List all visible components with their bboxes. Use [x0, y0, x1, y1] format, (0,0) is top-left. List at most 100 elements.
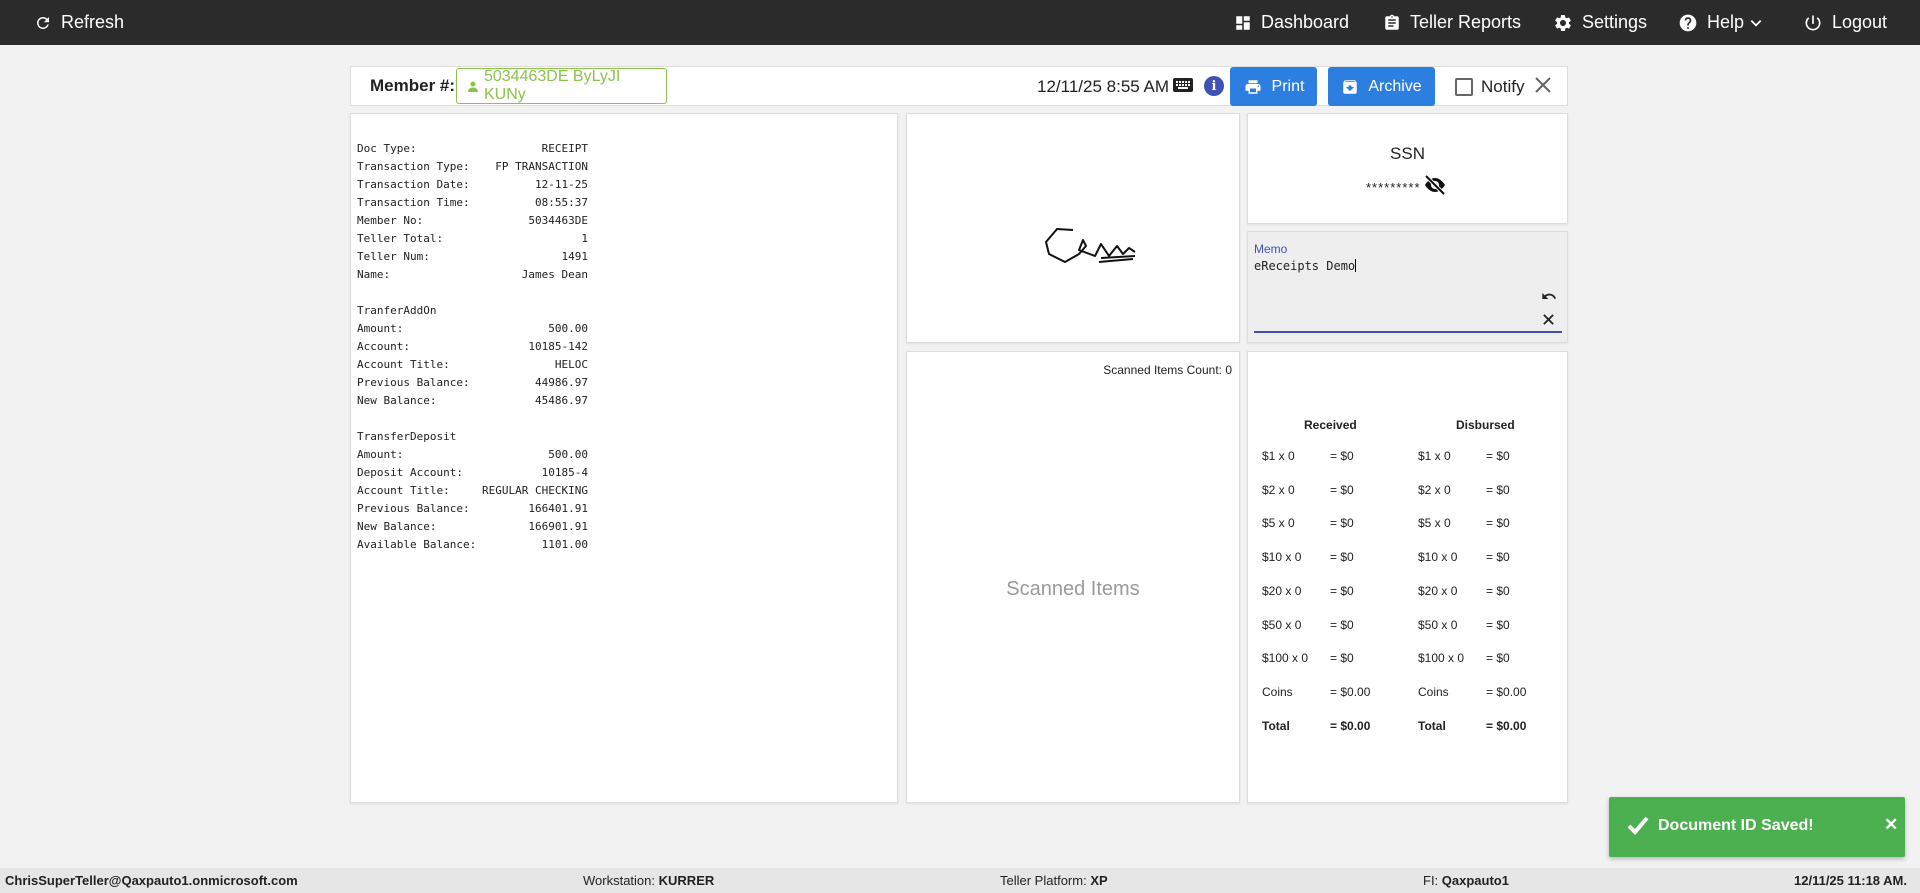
close-icon[interactable]	[1534, 76, 1552, 99]
disbursed-amount: = $0.00	[1486, 719, 1527, 733]
text-caret	[1355, 259, 1357, 272]
received-amount: = $0	[1330, 516, 1354, 530]
disbursed-amount: = $0	[1486, 483, 1510, 497]
disbursed-amount: = $0	[1486, 550, 1510, 564]
receipt-value: 10185-142	[528, 340, 588, 353]
disbursed-denomination: Total	[1418, 719, 1446, 733]
receipt-key: Account Title:	[357, 358, 450, 371]
receipt-key: Teller Total:	[357, 232, 444, 245]
receipt-key: Member No:	[357, 214, 424, 227]
disbursed-amount: = $0	[1486, 584, 1510, 598]
nav-help-label: Help	[1707, 12, 1745, 32]
received-amount: = $0	[1330, 618, 1354, 632]
receipt-key: Amount:	[357, 322, 404, 335]
memo-text: eReceipts Demo	[1254, 259, 1356, 273]
receipt-key: Available Balance:	[357, 538, 477, 551]
receipt-value: 5034463DE	[528, 214, 588, 227]
receipt-line: Transaction Type: FP TRANSACTION	[357, 158, 588, 176]
receipt-value: HELOC	[554, 358, 588, 371]
received-amount: = $0.00	[1330, 719, 1371, 733]
received-denomination: $100 x 0	[1262, 651, 1309, 665]
ssn-masked-value: *********	[1366, 180, 1421, 195]
receipt-spacer	[357, 284, 588, 302]
refresh-button[interactable]: Refresh	[34, 0, 124, 45]
disbursed-amount: = $0.00	[1486, 685, 1527, 699]
document-datetime: 12/11/25 8:55 AM	[1037, 77, 1170, 96]
receipt-line: Teller Num: 1491	[357, 248, 588, 266]
notify-toggle[interactable]: Notify	[1455, 77, 1524, 97]
undo-icon[interactable]	[1541, 290, 1557, 308]
receipt-line: New Balance: 45486.97	[357, 392, 588, 410]
eye-slash-icon[interactable]	[1423, 174, 1447, 200]
nav-dashboard[interactable]: Dashboard	[1234, 0, 1349, 45]
receipt-key: Previous Balance:	[357, 502, 470, 515]
toast-message: Document ID Saved!	[1658, 817, 1814, 834]
archive-label: Archive	[1368, 77, 1422, 95]
disbursed-denomination: $100 x 0	[1418, 651, 1465, 665]
chevron-down-icon	[1750, 19, 1762, 27]
disbursed-denomination: $10 x 0	[1418, 550, 1458, 564]
receipt-line: Teller Total: 1	[357, 230, 588, 248]
receipt-line: TransferDeposit	[357, 428, 588, 446]
archive-button[interactable]: Archive	[1328, 67, 1435, 106]
received-denomination: $2 x 0	[1262, 483, 1295, 497]
receipt-key: Previous Balance:	[357, 376, 470, 389]
received-amount: = $0	[1330, 449, 1354, 463]
status-fi-label: FI:	[1423, 873, 1439, 888]
member-chip[interactable]: 5034463DE ByLyJI KUNy	[456, 68, 667, 104]
receipt-key: Amount:	[357, 448, 404, 461]
receipt-key: Deposit Account:	[357, 466, 463, 479]
disbursed-amount: = $0	[1486, 516, 1510, 530]
receipt-value: 1101.00	[541, 538, 588, 551]
power-icon	[1805, 15, 1821, 30]
nav-logout[interactable]: Logout	[1803, 0, 1887, 45]
received-amount: = $0	[1330, 651, 1354, 665]
print-button[interactable]: Print	[1230, 67, 1317, 106]
receipt-value: 1491	[561, 250, 589, 263]
help-icon	[1679, 14, 1697, 31]
receipt-key: TransferDeposit	[357, 430, 457, 443]
received-denomination: Total	[1262, 719, 1290, 733]
scanned-items-placeholder: Scanned Items	[1006, 578, 1140, 600]
receipt-value: 500.00	[548, 448, 588, 461]
received-amount: = $0.00	[1330, 685, 1371, 699]
gear-icon	[1555, 14, 1571, 31]
receipt-value: FP TRANSACTION	[495, 160, 588, 173]
cash-summary-panel: Received Disbursed $1 x 0 = $0 $1 x 0 = $0 $…	[1247, 351, 1568, 803]
notify-checkbox[interactable]	[1455, 78, 1473, 96]
received-amount: = $0	[1330, 584, 1354, 598]
nav-teller-reports[interactable]: Teller Reports	[1383, 0, 1521, 45]
toast-close-button[interactable]: ✕	[1884, 815, 1898, 835]
memo-field[interactable]: Memo eReceipts Demo	[1247, 231, 1568, 343]
receipt-line: Account Title: HELOC	[357, 356, 588, 374]
dashboard-icon	[1236, 15, 1250, 30]
scanned-items-count: Scanned Items Count: 0	[1103, 363, 1232, 377]
nav-settings[interactable]: Settings	[1553, 0, 1647, 45]
print-label: Print	[1271, 77, 1305, 95]
receipt-line: Amount: 500.00	[357, 446, 588, 464]
info-icon[interactable]: i	[1204, 76, 1224, 96]
archive-icon	[1343, 79, 1358, 94]
received-denomination: $1 x 0	[1262, 449, 1295, 463]
receipt-line: Doc Type: RECEIPT	[357, 140, 588, 158]
receipt-line: TranferAddOn	[357, 302, 588, 320]
disbursed-denomination: $5 x 0	[1418, 516, 1451, 530]
disbursed-amount: = $0	[1486, 449, 1510, 463]
status-user: ChrisSuperTeller@Qaxpauto1.onmicrosoft.c…	[5, 873, 298, 888]
disbursed-denomination: $50 x 0	[1418, 618, 1458, 632]
receipt-text: Doc Type: RECEIPT Transaction Type: FP TRAN…	[357, 140, 588, 554]
keyboard-icon[interactable]	[1173, 77, 1193, 98]
nav-help[interactable]: Help	[1678, 0, 1772, 45]
status-platform-label: Teller Platform:	[1000, 873, 1087, 888]
memo-input[interactable]: eReceipts Demo	[1254, 259, 1357, 273]
disbursed-denomination: $2 x 0	[1418, 483, 1451, 497]
receipt-value: 45486.97	[535, 394, 588, 407]
receipt-value: 12-11-25	[535, 178, 588, 191]
nav-settings-label: Settings	[1582, 12, 1648, 32]
receipt-key: Doc Type:	[357, 142, 417, 155]
clear-icon[interactable]	[1542, 313, 1555, 331]
notify-label: Notify	[1481, 77, 1525, 96]
receipt-panel: Doc Type: RECEIPT Transaction Type: FP TRAN…	[350, 113, 898, 803]
nav-teller-reports-label: Teller Reports	[1410, 12, 1522, 32]
nav-dashboard-label: Dashboard	[1261, 12, 1350, 32]
